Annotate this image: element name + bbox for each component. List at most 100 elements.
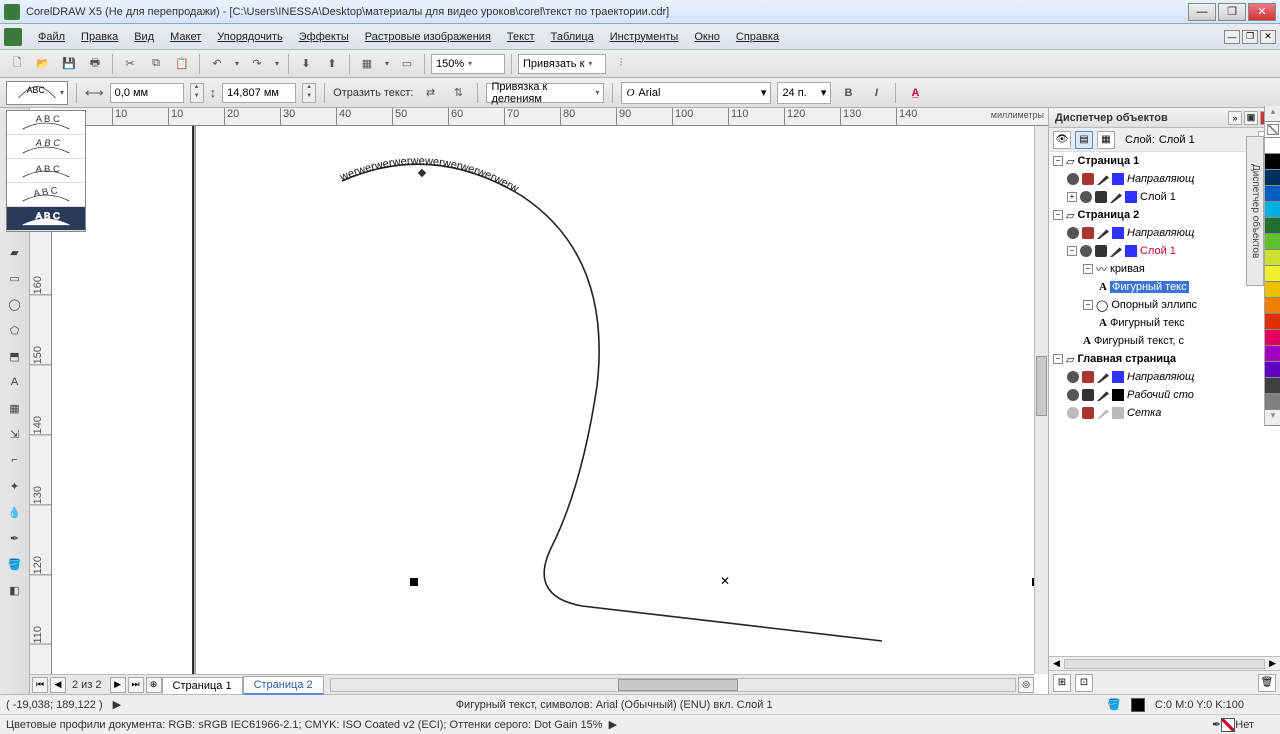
tree-page1[interactable]: Страница 1 xyxy=(1077,155,1139,167)
interactive-fill-tool[interactable]: ◧ xyxy=(3,578,27,602)
cut-button[interactable]: ✂ xyxy=(119,53,141,75)
color-swatch[interactable] xyxy=(1265,154,1280,170)
page-tab-1[interactable]: Страница 1 xyxy=(162,677,243,694)
horizontal-ruler[interactable]: миллиметры 10102030405060708090100110120… xyxy=(52,108,1048,126)
font-combo[interactable]: OArial▾ xyxy=(621,82,771,104)
connector-tool[interactable]: ⌐ xyxy=(3,448,27,472)
mdi-close[interactable]: ✕ xyxy=(1260,30,1276,44)
expand-p2-layer1[interactable]: − xyxy=(1067,246,1077,256)
orientation-option-3[interactable]: A B C xyxy=(7,159,85,183)
import-button[interactable]: ⬇ xyxy=(295,53,317,75)
launch-button[interactable]: ▦ xyxy=(356,53,378,75)
view-all-button[interactable]: ▦ xyxy=(1097,131,1115,149)
expand-curve[interactable]: − xyxy=(1083,264,1093,274)
view-pages-button[interactable]: ▤ xyxy=(1075,131,1093,149)
color-swatch[interactable] xyxy=(1265,138,1280,154)
eyedropper-tool[interactable]: 💧 xyxy=(3,500,27,524)
text-tool[interactable]: A xyxy=(3,370,27,394)
distance-input[interactable]: 14,807 мм xyxy=(222,83,296,103)
minimize-button[interactable]: — xyxy=(1188,3,1216,21)
undo-dropdown[interactable]: ▾ xyxy=(232,53,242,75)
expand-ellipse[interactable]: − xyxy=(1083,300,1093,310)
color-swatch[interactable] xyxy=(1265,234,1280,250)
orientation-option-2[interactable]: A B C xyxy=(7,135,85,159)
rectangle-tool[interactable]: ▭ xyxy=(3,266,27,290)
docker-collapse-button[interactable]: ▣ xyxy=(1244,111,1258,125)
tree-artistic-text-3[interactable]: Фигурный текст, с xyxy=(1094,335,1184,347)
color-swatch[interactable] xyxy=(1265,298,1280,314)
tree-page2[interactable]: Страница 2 xyxy=(1077,209,1139,221)
welcome-button[interactable]: ▭ xyxy=(396,53,418,75)
color-swatch[interactable] xyxy=(1265,394,1280,410)
tree-master[interactable]: Главная страница xyxy=(1077,353,1176,365)
drawing-area[interactable]: миллиметры 10102030405060708090100110120… xyxy=(30,108,1048,694)
tick-snap-combo[interactable]: Привязка к делениям▾ xyxy=(486,83,604,103)
export-button[interactable]: ⬆ xyxy=(321,53,343,75)
tree-artistic-text-1[interactable]: Фигурный текс xyxy=(1110,281,1189,293)
page-tab-2[interactable]: Страница 2 xyxy=(243,676,324,695)
mirror-v-button[interactable]: ⇅ xyxy=(447,82,469,104)
polygon-tool[interactable]: ⬠ xyxy=(3,318,27,342)
tree-p2-layer1[interactable]: Слой 1 xyxy=(1140,245,1176,257)
prev-page-button[interactable]: ◀ xyxy=(50,677,66,693)
launch-dropdown[interactable]: ▾ xyxy=(382,53,392,75)
zoom-combo[interactable]: 150%▾ xyxy=(431,54,505,74)
orientation-option-1[interactable]: A B C xyxy=(7,111,85,135)
expand-page2[interactable]: − xyxy=(1053,210,1063,220)
docker-tab[interactable]: Диспетчер объектов xyxy=(1246,136,1264,286)
menu-file[interactable]: Файл xyxy=(30,28,73,46)
color-swatch[interactable] xyxy=(1265,362,1280,378)
next-page-button[interactable]: ▶ xyxy=(110,677,126,693)
paste-button[interactable]: 📋 xyxy=(171,53,193,75)
menu-view[interactable]: Вид xyxy=(126,28,162,46)
undo-button[interactable]: ↶ xyxy=(206,53,228,75)
last-page-button[interactable]: ⏭ xyxy=(128,677,144,693)
fill-tool[interactable]: 🪣 xyxy=(3,552,27,576)
nav-target-button[interactable]: ◎ xyxy=(1018,677,1034,693)
distance-spinner[interactable]: ▲▼ xyxy=(302,83,316,103)
expand-p1-layer1[interactable]: + xyxy=(1067,192,1077,202)
vertical-scrollbar[interactable] xyxy=(1034,126,1048,674)
table-tool[interactable]: ▦ xyxy=(3,396,27,420)
first-page-button[interactable]: ⏮ xyxy=(32,677,48,693)
mdi-minimize[interactable]: — xyxy=(1224,30,1240,44)
color-swatch[interactable] xyxy=(1265,186,1280,202)
close-button[interactable]: ✕ xyxy=(1248,3,1276,21)
palette-none[interactable] xyxy=(1265,122,1280,138)
color-swatch[interactable] xyxy=(1265,218,1280,234)
dimension-tool[interactable]: ⇲ xyxy=(3,422,27,446)
offset-spinner[interactable]: ▲▼ xyxy=(190,83,204,103)
redo-dropdown[interactable]: ▾ xyxy=(272,53,282,75)
orientation-picker[interactable]: ABC xyxy=(6,81,68,105)
new-button[interactable]: 🗋 xyxy=(6,53,28,75)
print-button[interactable]: 🖶 xyxy=(84,53,106,75)
basic-shapes-tool[interactable]: ⬒ xyxy=(3,344,27,368)
menu-layout[interactable]: Макет xyxy=(162,28,209,46)
color-swatch[interactable] xyxy=(1265,330,1280,346)
canvas[interactable]: werwerwerwerwewerwerwerwerwerw ✕ xyxy=(52,126,1034,674)
italic-button[interactable]: I xyxy=(865,82,887,104)
char-format-button[interactable]: A̲ xyxy=(904,82,926,104)
menu-table[interactable]: Таблица xyxy=(543,28,602,46)
open-button[interactable]: 📂 xyxy=(32,53,54,75)
menu-window[interactable]: Окно xyxy=(686,28,728,46)
mirror-h-button[interactable]: ⇄ xyxy=(419,82,441,104)
font-size-combo[interactable]: 24 п.▾ xyxy=(777,82,831,104)
smart-fill-tool[interactable]: ▰ xyxy=(3,240,27,264)
palette-up[interactable]: ▴ xyxy=(1265,106,1280,122)
delete-button[interactable]: 🗑 xyxy=(1258,674,1276,692)
docker-menu-button[interactable]: » xyxy=(1228,111,1242,125)
tree-p1-layer1[interactable]: Слой 1 xyxy=(1140,191,1176,203)
text-on-path-object[interactable]: werwerwerwerwewerwerwerwerwerw xyxy=(52,126,1034,674)
color-swatch[interactable] xyxy=(1265,346,1280,362)
color-swatch[interactable] xyxy=(1265,250,1280,266)
tree-p2-guides[interactable]: Направляющ xyxy=(1127,227,1194,239)
outline-tool[interactable]: ✒ xyxy=(3,526,27,550)
color-swatch[interactable] xyxy=(1265,378,1280,394)
selection-center[interactable]: ✕ xyxy=(720,574,730,588)
tree-p1-guides[interactable]: Направляющ xyxy=(1127,173,1194,185)
selection-handle-l[interactable] xyxy=(410,578,418,586)
menu-edit[interactable]: Правка xyxy=(73,28,126,46)
tree-ellipse[interactable]: Опорный эллипс xyxy=(1111,299,1197,311)
orientation-option-5[interactable]: A B C xyxy=(7,207,85,231)
